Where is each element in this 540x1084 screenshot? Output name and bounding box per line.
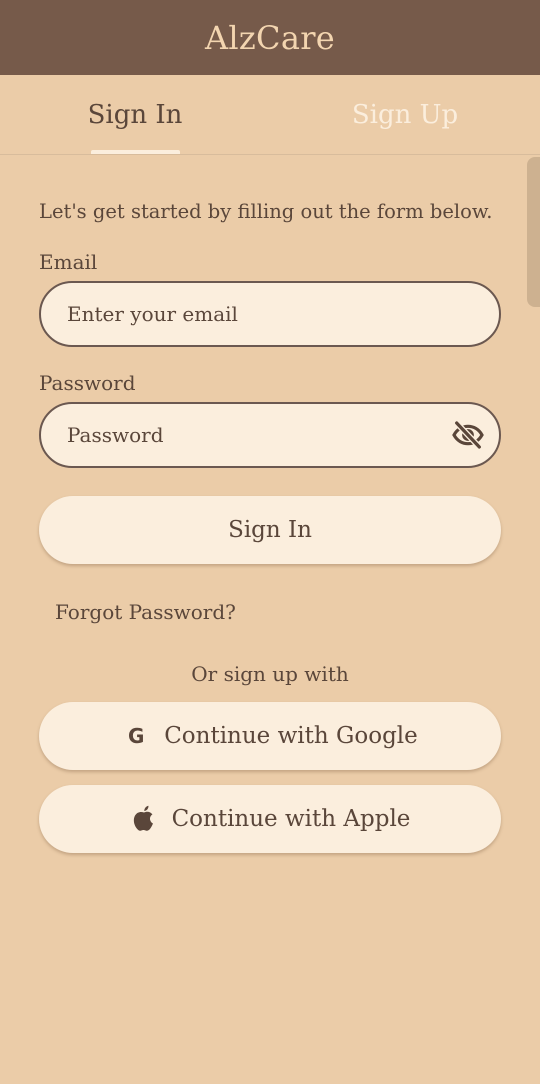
tab-sign-in[interactable]: Sign In: [60, 75, 210, 155]
eye-off-icon[interactable]: [451, 418, 485, 452]
google-icon: G: [127, 724, 145, 748]
password-field[interactable]: Password: [39, 402, 501, 468]
password-label: Password: [39, 371, 136, 395]
email-label: Email: [39, 250, 98, 274]
form-subtitle: Let's get started by filling out the for…: [39, 200, 493, 223]
auth-tabs: Sign In Sign Up: [0, 75, 540, 155]
forgot-password-link[interactable]: Forgot Password?: [55, 600, 236, 624]
google-button-label: Continue with Google: [164, 723, 418, 749]
active-tab-indicator: [91, 150, 180, 154]
or-sign-up-text: Or sign up with: [191, 662, 349, 686]
password-placeholder: Password: [67, 423, 164, 447]
app-bar: AlzCare: [0, 0, 540, 75]
google-sign-in-button[interactable]: G Continue with Google: [39, 702, 501, 770]
email-field[interactable]: Enter your email: [39, 281, 501, 347]
sign-in-button[interactable]: Sign In: [39, 496, 501, 564]
app-screen: AlzCare Sign In Sign Up Let's get starte…: [0, 0, 540, 1084]
apple-sign-in-button[interactable]: Continue with Apple: [39, 785, 501, 853]
scrollbar[interactable]: [527, 157, 540, 307]
app-title: AlzCare: [204, 18, 336, 57]
apple-icon: [130, 805, 158, 833]
tab-sign-up[interactable]: Sign Up: [330, 75, 480, 155]
email-placeholder: Enter your email: [67, 302, 238, 326]
apple-button-label: Continue with Apple: [171, 806, 411, 832]
